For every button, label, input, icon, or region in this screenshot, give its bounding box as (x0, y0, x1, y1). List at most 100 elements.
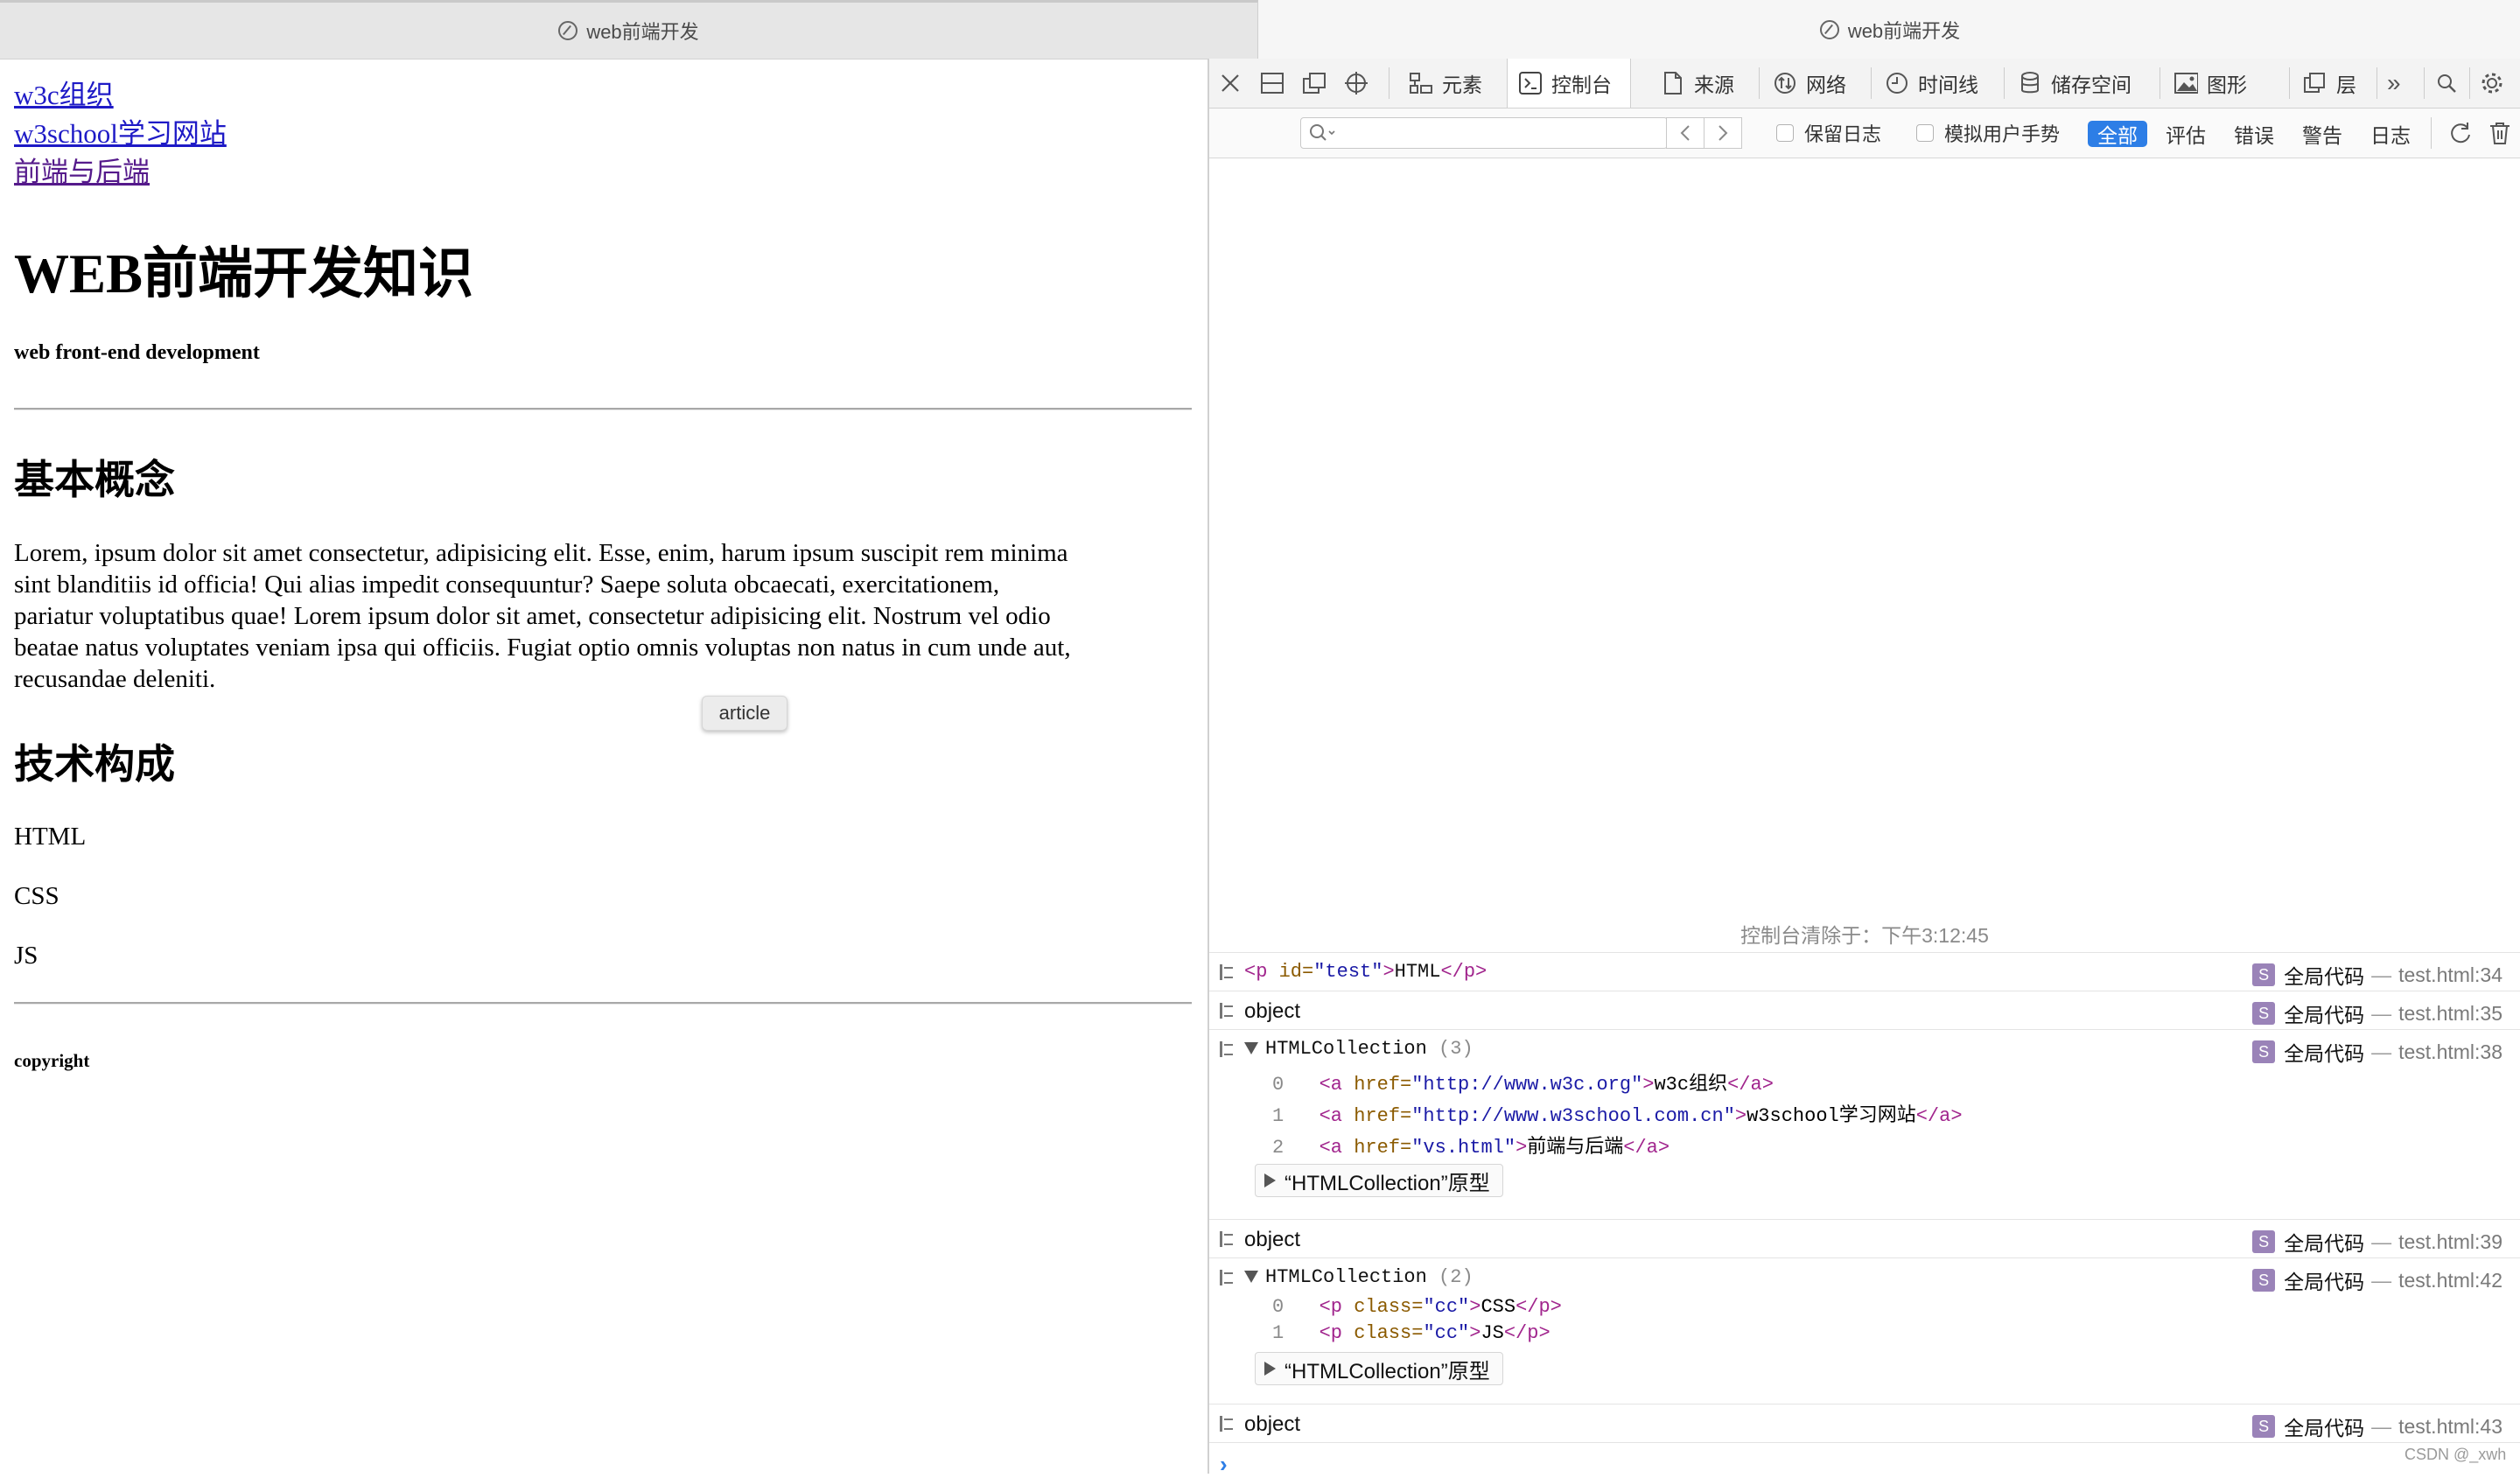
attr-value: "test" (1313, 961, 1383, 983)
source-file[interactable]: test.html:35 (2398, 1002, 2502, 1026)
footer-copyright: copyright (14, 1050, 90, 1071)
tab-layers-label: 层 (2336, 74, 2356, 96)
console-filter-input[interactable] (1300, 117, 1668, 149)
clear-console-button[interactable] (2488, 121, 2511, 150)
tab-network[interactable]: 网络 (1773, 59, 1846, 108)
log-icon (1218, 1040, 1234, 1059)
dock-bottom-button[interactable] (1260, 59, 1293, 108)
filter-warnings[interactable]: 警告 (2292, 121, 2352, 147)
tab-sources[interactable]: 来源 (1661, 59, 1734, 108)
log-icon (1218, 963, 1234, 982)
collection-item[interactable]: 0 <p class="cc">CSS</p> (1272, 1296, 1562, 1318)
prototype-toggle[interactable]: “HTMLCollection”原型 (1255, 1352, 1503, 1385)
tab-console[interactable]: 控制台 (1507, 59, 1631, 108)
tab-timeline[interactable]: 时间线 (1885, 59, 1978, 108)
console-prompt[interactable]: › (1220, 1451, 1228, 1478)
next-match-button[interactable] (1704, 117, 1742, 149)
tab-graphics[interactable]: 图形 (2174, 59, 2247, 108)
reload-icon (2451, 123, 2470, 144)
settings-button[interactable] (2480, 59, 2513, 108)
collection-item[interactable]: 0 <a href="http://www.w3c.org">w3c组织</a> (1272, 1068, 1774, 1096)
devtools-toolbar: 元素 控制台 来源 网络 时间线 储存空间 图形 层 » (1209, 59, 2520, 109)
element-picker-button[interactable] (1344, 59, 1377, 108)
log-icon (1218, 1268, 1234, 1287)
console-message[interactable]: object S 全局代码 — test.html:39 (1209, 1219, 2520, 1257)
collection-header[interactable]: HTMLCollection (2) (1244, 1266, 1474, 1288)
tab-layers[interactable]: 层 (2303, 59, 2356, 108)
item-index: 1 (1272, 1322, 1284, 1344)
message-code: <p id="test">HTML</p> (1244, 961, 1487, 983)
collection-item[interactable]: 1 <a href="http://www.w3school.com.cn">w… (1272, 1099, 1963, 1127)
item-text: w3school学习网站 (1746, 1105, 1916, 1127)
source-label: 全局代码 (2284, 1271, 2365, 1293)
message-source[interactable]: S 全局代码 — test.html:34 (2252, 960, 2502, 990)
source-file[interactable]: test.html:38 (2398, 1040, 2502, 1064)
console-message[interactable]: object S 全局代码 — test.html:35 (1209, 991, 2520, 1029)
close-devtools-button[interactable] (1218, 59, 1251, 108)
tab-graphics-label: 图形 (2207, 74, 2247, 96)
compass-icon (1819, 19, 1839, 39)
prototype-label: “HTMLCollection”原型 (1284, 1171, 1490, 1195)
emulate-gesture-checkbox[interactable]: 模拟用户手势 (1916, 123, 2060, 145)
tab-storage-label: 储存空间 (2051, 74, 2132, 96)
console-message-collection[interactable]: HTMLCollection (2) S 全局代码 — test.html:42… (1209, 1257, 2520, 1402)
link-w3school[interactable]: w3school学习网站 (14, 111, 227, 151)
more-tabs-button[interactable]: » (2387, 59, 2401, 108)
tab-left-title: web前端开发 (586, 21, 699, 43)
search-icon (2434, 71, 2459, 95)
message-source[interactable]: S 全局代码 — test.html:35 (2252, 998, 2502, 1028)
source-file[interactable]: test.html:42 (2398, 1269, 2502, 1292)
checkbox-box (1916, 124, 1934, 142)
source-file[interactable]: test.html:34 (2398, 963, 2502, 987)
paragraph-line: beatae natus voluptates veniam ipsa qui … (14, 634, 1071, 662)
devtools-panel: 元素 控制台 来源 网络 时间线 储存空间 图形 层 » 保留日志 模拟用户手势… (1209, 59, 2520, 1477)
message-source[interactable]: S 全局代码 — test.html:43 (2252, 1411, 2502, 1441)
prototype-toggle[interactable]: “HTMLCollection”原型 (1255, 1164, 1503, 1197)
tag-close: </p> (1440, 961, 1488, 983)
disclosure-right-icon (1264, 1362, 1276, 1376)
tab-timeline-label: 时间线 (1918, 74, 1978, 96)
collection-header[interactable]: HTMLCollection (3) (1244, 1038, 1474, 1060)
console-filter-bar: 保留日志 模拟用户手势 全部 评估 错误 警告 日志 (1209, 109, 2520, 158)
page-title: WEB前端开发知识 (14, 243, 474, 305)
paragraph-line: sint blanditiis id officia! Qui alias im… (14, 571, 1000, 599)
console-message[interactable]: object S 全局代码 — test.html:43 (1209, 1404, 2520, 1442)
link-w3c[interactable]: w3c组织 (14, 73, 114, 112)
filter-evaluation[interactable]: 评估 (2156, 121, 2216, 147)
toolbar-separator (2424, 67, 2425, 99)
tab-right[interactable]: web前端开发 (1260, 0, 2520, 59)
search-button[interactable] (2434, 59, 2468, 108)
clock-icon (1885, 71, 1909, 95)
item-index: 1 (1272, 1105, 1284, 1127)
detach-window-button[interactable] (1302, 59, 1335, 108)
preserve-log-checkbox[interactable]: 保留日志 (1776, 123, 1881, 145)
message-source[interactable]: S 全局代码 — test.html:38 (2252, 1037, 2502, 1067)
layers-icon (2303, 71, 2328, 95)
chevron-left-icon (1680, 125, 1690, 141)
item-index: 2 (1272, 1137, 1284, 1159)
console-message[interactable]: <p id="test">HTML</p> S 全局代码 — test.html… (1209, 952, 2520, 991)
source-dash: — (2371, 1414, 2392, 1438)
collection-item[interactable]: 1 <p class="cc">JS</p> (1272, 1322, 1550, 1344)
filter-errors[interactable]: 错误 (2224, 121, 2284, 147)
image-icon (2174, 71, 2198, 95)
source-dash: — (2371, 1001, 2392, 1025)
filter-all[interactable]: 全部 (2088, 121, 2147, 147)
tab-storage[interactable]: 储存空间 (2018, 59, 2132, 108)
trash-icon (2490, 123, 2510, 144)
previous-match-button[interactable] (1666, 117, 1704, 149)
link-frontend-backend[interactable]: 前端与后端 (14, 150, 150, 189)
message-source[interactable]: S 全局代码 — test.html:42 (2252, 1265, 2502, 1295)
source-file[interactable]: test.html:43 (2398, 1415, 2502, 1439)
elements-icon (1409, 71, 1433, 95)
source-dash: — (2371, 963, 2392, 986)
reload-button[interactable] (2448, 121, 2473, 150)
filter-logs[interactable]: 日志 (2361, 121, 2420, 147)
tab-elements-label: 元素 (1442, 74, 1482, 96)
tab-left[interactable]: web前端开发 (0, 0, 1258, 59)
source-file[interactable]: test.html:39 (2398, 1230, 2502, 1254)
tab-elements[interactable]: 元素 (1409, 59, 1482, 108)
message-source[interactable]: S 全局代码 — test.html:39 (2252, 1227, 2502, 1257)
collection-item[interactable]: 2 <a href="vs.html">前端与后端</a> (1272, 1131, 1670, 1159)
log-icon (1218, 1414, 1234, 1433)
